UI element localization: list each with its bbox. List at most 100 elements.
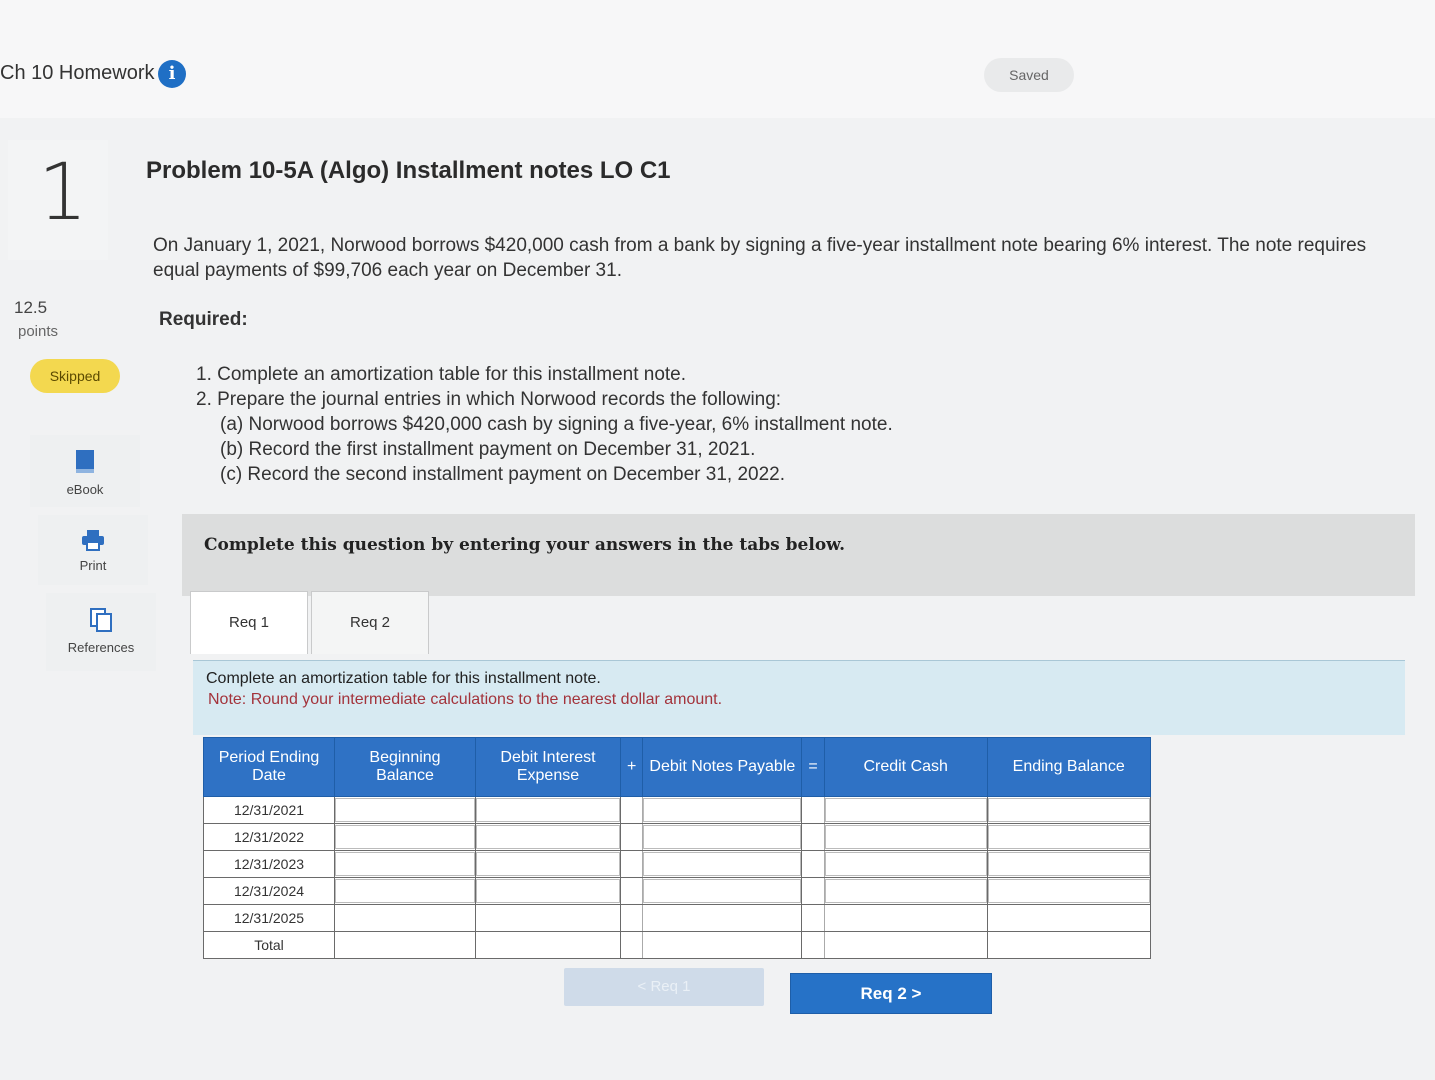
instruction-bar: Complete this question by entering your …: [182, 514, 1415, 596]
beginning-balance-input[interactable]: [335, 798, 475, 822]
prev-req-button[interactable]: < Req 1: [564, 968, 764, 1006]
ending-balance-cell[interactable]: [986, 823, 1151, 851]
interest-cell[interactable]: [475, 796, 621, 824]
ending-balance-input[interactable]: [987, 852, 1150, 876]
cash-input[interactable]: [824, 852, 987, 876]
book-icon: [30, 449, 140, 478]
header-cash: Credit Cash: [823, 737, 988, 797]
table-row: 12/31/2021: [203, 796, 1151, 824]
period-date: 12/31/2021: [203, 796, 335, 824]
points-value: 12.5: [14, 298, 48, 317]
cash-cell[interactable]: [823, 877, 988, 905]
equals-spacer: [801, 823, 825, 851]
rounding-note: Note: Round your intermediate calculatio…: [208, 691, 723, 708]
cash-cell[interactable]: [823, 796, 988, 824]
interest-input[interactable]: [476, 798, 620, 822]
plus-spacer: [619, 877, 644, 905]
cash-cell[interactable]: [823, 850, 988, 878]
empty-cell: [334, 931, 476, 959]
empty-cell: [642, 931, 803, 959]
empty-cell: [642, 904, 803, 932]
interest-cell[interactable]: [475, 850, 621, 878]
ending-balance-input[interactable]: [987, 879, 1150, 903]
interest-cell[interactable]: [475, 823, 621, 851]
header-beginning: Beginning Balance: [334, 737, 476, 797]
header-period: Period Ending Date: [203, 737, 335, 797]
plus-spacer: [619, 904, 644, 932]
equals-spacer: [801, 877, 825, 905]
equals-spacer: [801, 904, 825, 932]
interest-input[interactable]: [476, 825, 620, 849]
notes-cell[interactable]: [642, 796, 803, 824]
total-row: Total: [203, 931, 1151, 959]
notes-cell[interactable]: [642, 823, 803, 851]
beginning-balance-cell[interactable]: [334, 850, 476, 878]
period-date: 12/31/2025: [203, 904, 335, 932]
next-req-button[interactable]: Req 2 >: [790, 973, 992, 1014]
beginning-balance-cell[interactable]: [334, 877, 476, 905]
beginning-balance-input[interactable]: [335, 879, 475, 903]
table-row: 12/31/2025: [203, 904, 1151, 932]
ending-balance-input[interactable]: [987, 825, 1150, 849]
beginning-balance-cell[interactable]: [334, 823, 476, 851]
notes-input[interactable]: [643, 798, 802, 822]
notes-input[interactable]: [643, 825, 802, 849]
required-heading: Required:: [159, 309, 248, 330]
table-row: 12/31/2024: [203, 877, 1151, 905]
points-label: points: [18, 323, 59, 340]
ending-balance-input[interactable]: [987, 798, 1150, 822]
notes-input[interactable]: [643, 879, 802, 903]
ebook-button[interactable]: eBook: [30, 435, 140, 507]
beginning-balance-input[interactable]: [335, 825, 475, 849]
top-bar: [0, 0, 1435, 118]
ending-balance-cell[interactable]: [986, 877, 1151, 905]
ending-balance-cell[interactable]: [986, 850, 1151, 878]
tab-req-1[interactable]: Req 1: [190, 591, 308, 654]
equals-spacer: [801, 850, 825, 878]
empty-cell: [986, 931, 1151, 959]
info-icon[interactable]: i: [158, 60, 186, 88]
notes-cell[interactable]: [642, 850, 803, 878]
beginning-balance-input[interactable]: [335, 852, 475, 876]
header-plus: +: [619, 737, 644, 797]
requirement-item: 2. Prepare the journal entries in which …: [196, 389, 782, 410]
header-ending: Ending Balance: [986, 737, 1151, 797]
cash-input[interactable]: [824, 879, 987, 903]
table-row: 12/31/2023: [203, 850, 1151, 878]
total-label: Total: [203, 931, 335, 959]
requirement-item: 1. Complete an amortization table for th…: [196, 364, 687, 385]
assignment-title: Ch 10 Homework: [0, 62, 155, 84]
header-notes: Debit Notes Payable: [642, 737, 803, 797]
interest-input[interactable]: [476, 879, 620, 903]
references-button[interactable]: References: [46, 593, 156, 671]
requirements-list: 1. Complete an amortization table for th…: [196, 362, 893, 487]
references-label: References: [67, 640, 135, 655]
notes-cell[interactable]: [642, 877, 803, 905]
printer-icon: [38, 529, 148, 554]
period-date: 12/31/2022: [203, 823, 335, 851]
print-button[interactable]: Print: [38, 515, 148, 585]
interest-cell[interactable]: [475, 877, 621, 905]
equals-spacer: [801, 931, 825, 959]
empty-cell: [334, 904, 476, 932]
beginning-balance-cell[interactable]: [334, 796, 476, 824]
interest-input[interactable]: [476, 852, 620, 876]
cash-cell[interactable]: [823, 823, 988, 851]
requirement-item: (a) Norwood borrows $420,000 cash by sig…: [220, 414, 893, 435]
cash-input[interactable]: [824, 798, 987, 822]
ending-balance-cell[interactable]: [986, 796, 1151, 824]
problem-title: Problem 10-5A (Algo) Installment notes L…: [146, 157, 671, 184]
plus-spacer: [619, 796, 644, 824]
notes-input[interactable]: [643, 852, 802, 876]
req1-instruction: Complete an amortization table for this …: [206, 670, 601, 687]
amortization-table: Period Ending Date Beginning Balance Deb…: [203, 737, 1151, 959]
tab-req-2[interactable]: Req 2: [311, 591, 429, 654]
period-date: 12/31/2024: [203, 877, 335, 905]
status-badge: Skipped: [30, 359, 120, 393]
problem-description: On January 1, 2021, Norwood borrows $420…: [153, 235, 1367, 281]
cash-input[interactable]: [824, 825, 987, 849]
empty-cell: [823, 904, 988, 932]
saved-badge: Saved: [984, 58, 1074, 92]
empty-cell: [475, 931, 621, 959]
empty-cell: [823, 931, 988, 959]
